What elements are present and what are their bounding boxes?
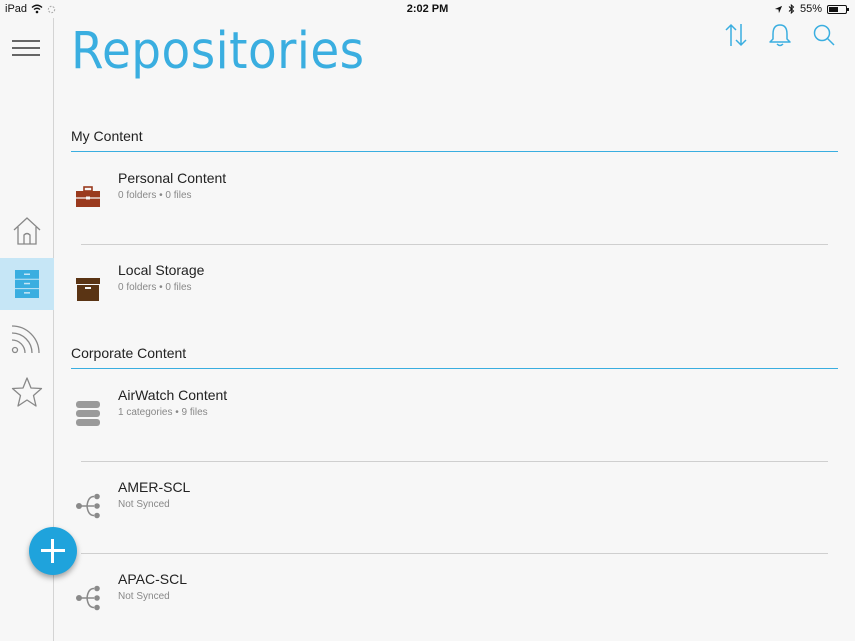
sidebar-item-feeds[interactable]: [0, 312, 54, 364]
sort-icon[interactable]: [723, 22, 749, 48]
battery-percent: 55%: [799, 3, 822, 15]
repository-row-apac-scl[interactable]: APAC-SCL Not Synced: [71, 571, 838, 631]
header-actions: [723, 22, 837, 48]
briefcase-icon: [73, 182, 103, 212]
repository-row-airwatch-content[interactable]: AirWatch Content 1 categories • 9 files: [71, 387, 838, 447]
menu-icon[interactable]: [12, 40, 40, 60]
repository-row-amer-scl[interactable]: AMER-SCL Not Synced: [71, 479, 838, 539]
storage-box-icon: [73, 274, 103, 304]
file-cabinet-icon: [15, 270, 39, 298]
page-title: Repositories: [71, 22, 365, 81]
repository-title: APAC-SCL: [118, 571, 187, 587]
sidebar-item-favorites[interactable]: [0, 366, 54, 418]
home-icon: [13, 217, 41, 245]
row-divider: [81, 553, 828, 554]
repository-title: Local Storage: [118, 262, 205, 278]
repository-title: AirWatch Content: [118, 387, 228, 403]
star-icon: [11, 377, 43, 407]
section-header-my-content: My Content: [71, 128, 838, 152]
sidebar-item-home[interactable]: [0, 205, 54, 257]
status-time: 2:02 PM: [406, 3, 449, 15]
repository-subtitle: 0 folders • 0 files: [118, 190, 192, 201]
row-divider: [81, 244, 828, 245]
notification-bell-icon[interactable]: [767, 22, 793, 48]
rss-feed-icon: [11, 325, 40, 354]
repository-subtitle: 0 folders • 0 files: [118, 282, 192, 293]
section-header-corporate-content: Corporate Content: [71, 345, 838, 369]
row-divider: [81, 461, 828, 462]
network-share-icon: [73, 491, 103, 521]
location-icon: [774, 5, 783, 13]
status-bar: iPad 2:02 PM 55%: [0, 0, 855, 18]
repository-row-personal-content[interactable]: Personal Content 0 folders • 0 files: [71, 170, 838, 230]
status-right: 55%: [774, 3, 849, 15]
repository-title: AMER-SCL: [118, 479, 191, 495]
battery-icon: [827, 4, 849, 14]
network-share-icon: [73, 583, 103, 613]
sidebar-item-repositories[interactable]: [0, 258, 54, 310]
repository-subtitle: Not Synced: [118, 499, 170, 510]
search-icon[interactable]: [811, 22, 837, 48]
bluetooth-icon: [788, 4, 795, 14]
repository-row-local-storage[interactable]: Local Storage 0 folders • 0 files: [71, 262, 838, 322]
repository-subtitle: Not Synced: [118, 591, 170, 602]
add-repository-button[interactable]: [29, 527, 77, 575]
repository-subtitle: 1 categories • 9 files: [118, 407, 208, 418]
repository-title: Personal Content: [118, 170, 227, 186]
database-icon: [73, 399, 103, 429]
